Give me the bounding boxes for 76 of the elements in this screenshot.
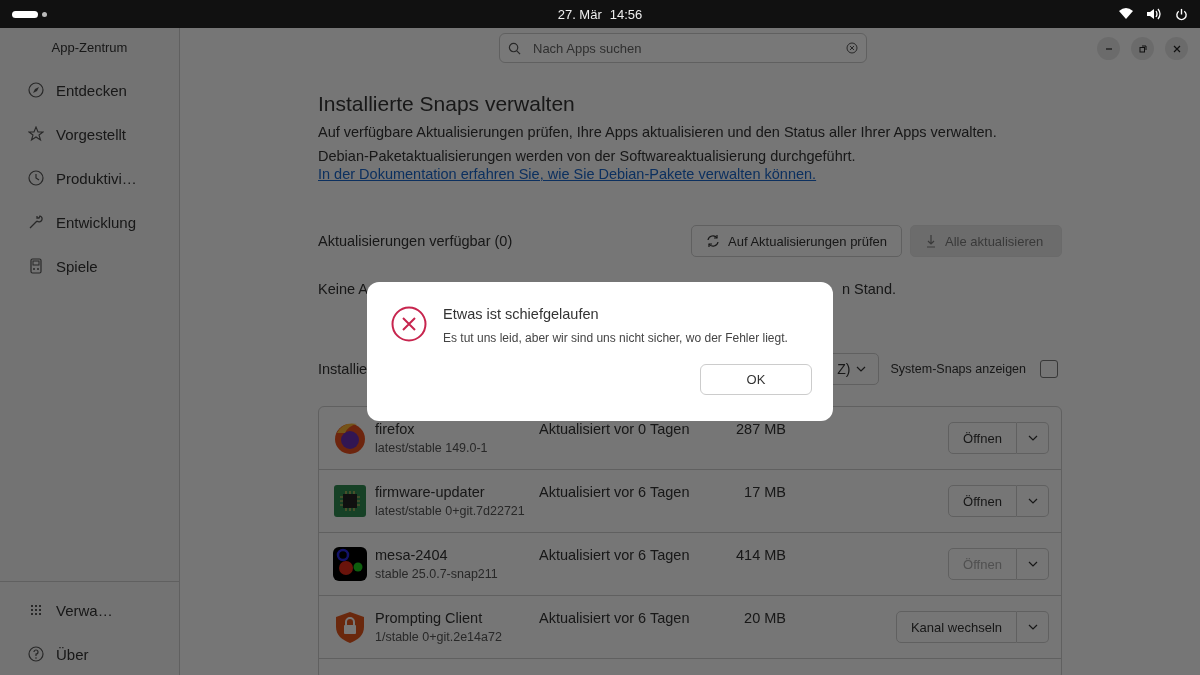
page-title: Installierte Snaps verwalten	[318, 92, 576, 116]
wrench-icon	[28, 214, 44, 230]
app-action-button[interactable]: Kanal wechseln	[895, 611, 1017, 643]
app-name: firmware-updater	[375, 484, 486, 500]
power-icon[interactable]	[1175, 7, 1188, 21]
check-updates-button[interactable]: Auf Aktualisierungen prüfen	[691, 225, 902, 257]
app-size: 20 MB	[743, 609, 786, 626]
sidebar-item[interactable]: Produktivi…	[0, 166, 179, 190]
restore-button[interactable]	[1131, 37, 1154, 60]
refresh-icon	[706, 234, 720, 248]
chevron-down-icon	[1027, 498, 1038, 504]
minimize-icon	[1104, 47, 1113, 50]
app-updated: Aktualisiert vor 6 Tagen	[539, 609, 691, 626]
help-icon	[28, 646, 44, 662]
dialog-title: Etwas ist schiefgelaufen	[443, 306, 600, 322]
clear-icon[interactable]	[846, 42, 858, 54]
system-snaps-label: System-Snaps anzeigen	[890, 362, 1026, 376]
gamepad-icon	[28, 258, 44, 274]
app-size: 414 MB	[735, 546, 786, 563]
status-text: Keine A	[318, 281, 368, 297]
search-icon	[508, 41, 521, 55]
app-action-button[interactable]: Öffnen	[948, 422, 1017, 454]
clock-date[interactable]: 27. Mär	[557, 6, 602, 22]
chevron-down-icon	[1027, 624, 1038, 630]
app-channel: 1/stable 0+git.2e14a72	[375, 630, 503, 644]
restore-icon	[1137, 43, 1148, 54]
chevron-down-icon	[1027, 561, 1038, 567]
system-snaps-checkbox[interactable]	[1040, 360, 1058, 378]
sidebar-item[interactable]: Entwicklung	[0, 210, 179, 234]
clock-icon	[28, 170, 44, 186]
sidebar-item[interactable]: Vorgestellt	[0, 122, 179, 146]
app-channel: stable 25.0.7-snap211	[375, 567, 499, 581]
installed-heading: Installie	[318, 361, 369, 377]
description-text: Auf verfügbare Aktualisierungen prüfen, Ihre Apps aktualisieren und den Status aller Ihrer Apps verwalten.	[318, 124, 998, 140]
documentation-link[interactable]: In der Dokumentation erfahren Sie, wie Sie Debian-Pakete verwalten können.	[318, 166, 817, 182]
close-button[interactable]	[1165, 37, 1188, 60]
ok-button[interactable]: OK	[700, 364, 812, 395]
app-channel: latest/stable 0+git.7d22721	[375, 504, 526, 518]
wifi-icon[interactable]	[1119, 8, 1133, 20]
app-updated: Aktualisiert vor 6 Tagen	[539, 483, 691, 500]
updates-heading: Aktualisierungen verfügbar (0)	[318, 233, 514, 249]
sidebar-item[interactable]: Entdecken	[0, 78, 179, 102]
chip-icon	[333, 484, 367, 518]
close-icon	[1171, 43, 1182, 54]
compass-icon	[28, 82, 44, 98]
clock-time[interactable]: 14:56	[609, 6, 643, 22]
sidebar-item[interactable]: Spiele	[0, 254, 179, 278]
note-text: Debian-Paketaktualisierungen werden von der Softwareaktualisierung durchgeführt.	[318, 148, 857, 164]
volume-icon[interactable]	[1147, 8, 1161, 20]
sidebar-item[interactable]: Über	[0, 642, 179, 666]
grid-icon	[28, 602, 44, 618]
workspace-indicator-icon[interactable]	[12, 10, 38, 18]
window-title: App-Zentrum	[50, 39, 129, 57]
app-name: Prompting Client	[375, 610, 484, 626]
gears-icon	[333, 547, 367, 581]
app-name: firefox	[375, 421, 416, 437]
app-name: mesa-2404	[375, 547, 449, 563]
download-icon	[925, 234, 937, 248]
app-updated: Aktualisiert vor 0 Tagen	[539, 420, 691, 437]
search-field[interactable]: Nach Apps suchen	[531, 39, 836, 57]
error-icon	[391, 306, 427, 342]
chevron-down-icon	[1027, 435, 1038, 441]
app-size: 17 MB	[743, 483, 786, 500]
status-text-end: n Stand.	[842, 281, 896, 297]
star-icon	[28, 126, 44, 142]
chevron-down-icon	[855, 366, 866, 372]
minimize-button[interactable]	[1097, 37, 1120, 60]
sidebar-item[interactable]: Verwa…	[0, 598, 179, 622]
workspace-dot-icon[interactable]	[42, 11, 47, 17]
app-updated: Aktualisiert vor 6 Tagen	[539, 546, 691, 563]
dialog-message: Es tut uns leid, aber wir sind uns nicht sicher, wo der Fehler liegt.	[443, 331, 789, 345]
search-bar[interactable]: Nach Apps suchen	[499, 33, 867, 63]
shield-lock-icon	[333, 610, 367, 644]
app-channel: latest/stable 149.0-1	[375, 441, 489, 455]
app-size: 287 MB	[735, 420, 786, 437]
app-action-button[interactable]: Öffnen	[948, 485, 1017, 517]
